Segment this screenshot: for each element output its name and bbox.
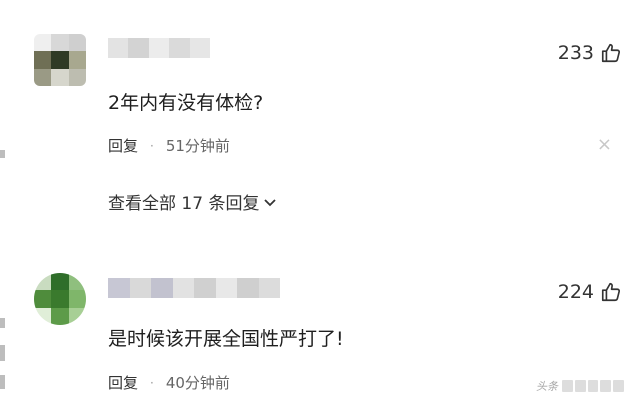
like-control[interactable]: 224 <box>558 281 622 303</box>
like-control[interactable]: 233 <box>558 42 622 64</box>
avatar-pixel <box>34 273 52 291</box>
view-all-replies-label: 查看全部 17 条回复 <box>108 194 260 214</box>
username-blurred[interactable] <box>108 278 280 298</box>
comment-meta: 回复 · 40分钟前 <box>108 372 230 393</box>
avatar-pixel <box>68 273 86 291</box>
avatar[interactable] <box>34 34 86 86</box>
comment-time: 40分钟前 <box>165 374 230 392</box>
avatar-pixel <box>51 51 69 69</box>
avatar-pixel <box>68 68 86 86</box>
like-count: 233 <box>557 42 594 64</box>
avatar-pixel <box>68 51 86 69</box>
comment-text: 是时候该开展全国性严打了! <box>108 328 344 350</box>
avatar-pixel <box>34 68 52 86</box>
close-icon[interactable]: × <box>597 136 612 154</box>
avatar-pixel <box>51 290 69 308</box>
avatar[interactable] <box>34 273 86 325</box>
thumb-up-icon[interactable] <box>600 42 622 64</box>
avatar-pixel <box>68 307 86 325</box>
avatar-pixel <box>51 273 69 291</box>
reply-button[interactable]: 回复 <box>108 135 138 156</box>
avatar-pixel <box>68 290 86 308</box>
meta-separator: · <box>150 375 154 390</box>
avatar-pixel <box>51 307 69 325</box>
watermark-blurred-text <box>562 380 626 392</box>
avatar-pixel <box>34 34 52 52</box>
avatar-pixel <box>34 290 52 308</box>
comment-item: 233 2年内有没有体检? 回复 · 51分钟前 × 查看全部 17 条回复 <box>0 0 640 230</box>
avatar-pixel <box>51 34 69 52</box>
watermark: 头条 <box>536 378 626 394</box>
avatar-pixel <box>68 34 86 52</box>
comment-time: 51分钟前 <box>165 137 230 155</box>
like-count: 224 <box>557 281 594 303</box>
avatar-pixel <box>51 68 69 86</box>
comment-text: 2年内有没有体检? <box>108 92 264 114</box>
view-all-replies-button[interactable]: 查看全部 17 条回复 <box>108 189 277 214</box>
reply-button[interactable]: 回复 <box>108 372 138 393</box>
chevron-down-icon <box>264 198 277 206</box>
comment-meta: 回复 · 51分钟前 <box>108 135 230 156</box>
meta-separator: · <box>150 138 154 153</box>
watermark-prefix: 头条 <box>536 380 558 393</box>
avatar-pixel <box>34 51 52 69</box>
thumb-up-icon[interactable] <box>600 281 622 303</box>
username-blurred[interactable] <box>108 38 211 58</box>
avatar-pixel <box>34 307 52 325</box>
